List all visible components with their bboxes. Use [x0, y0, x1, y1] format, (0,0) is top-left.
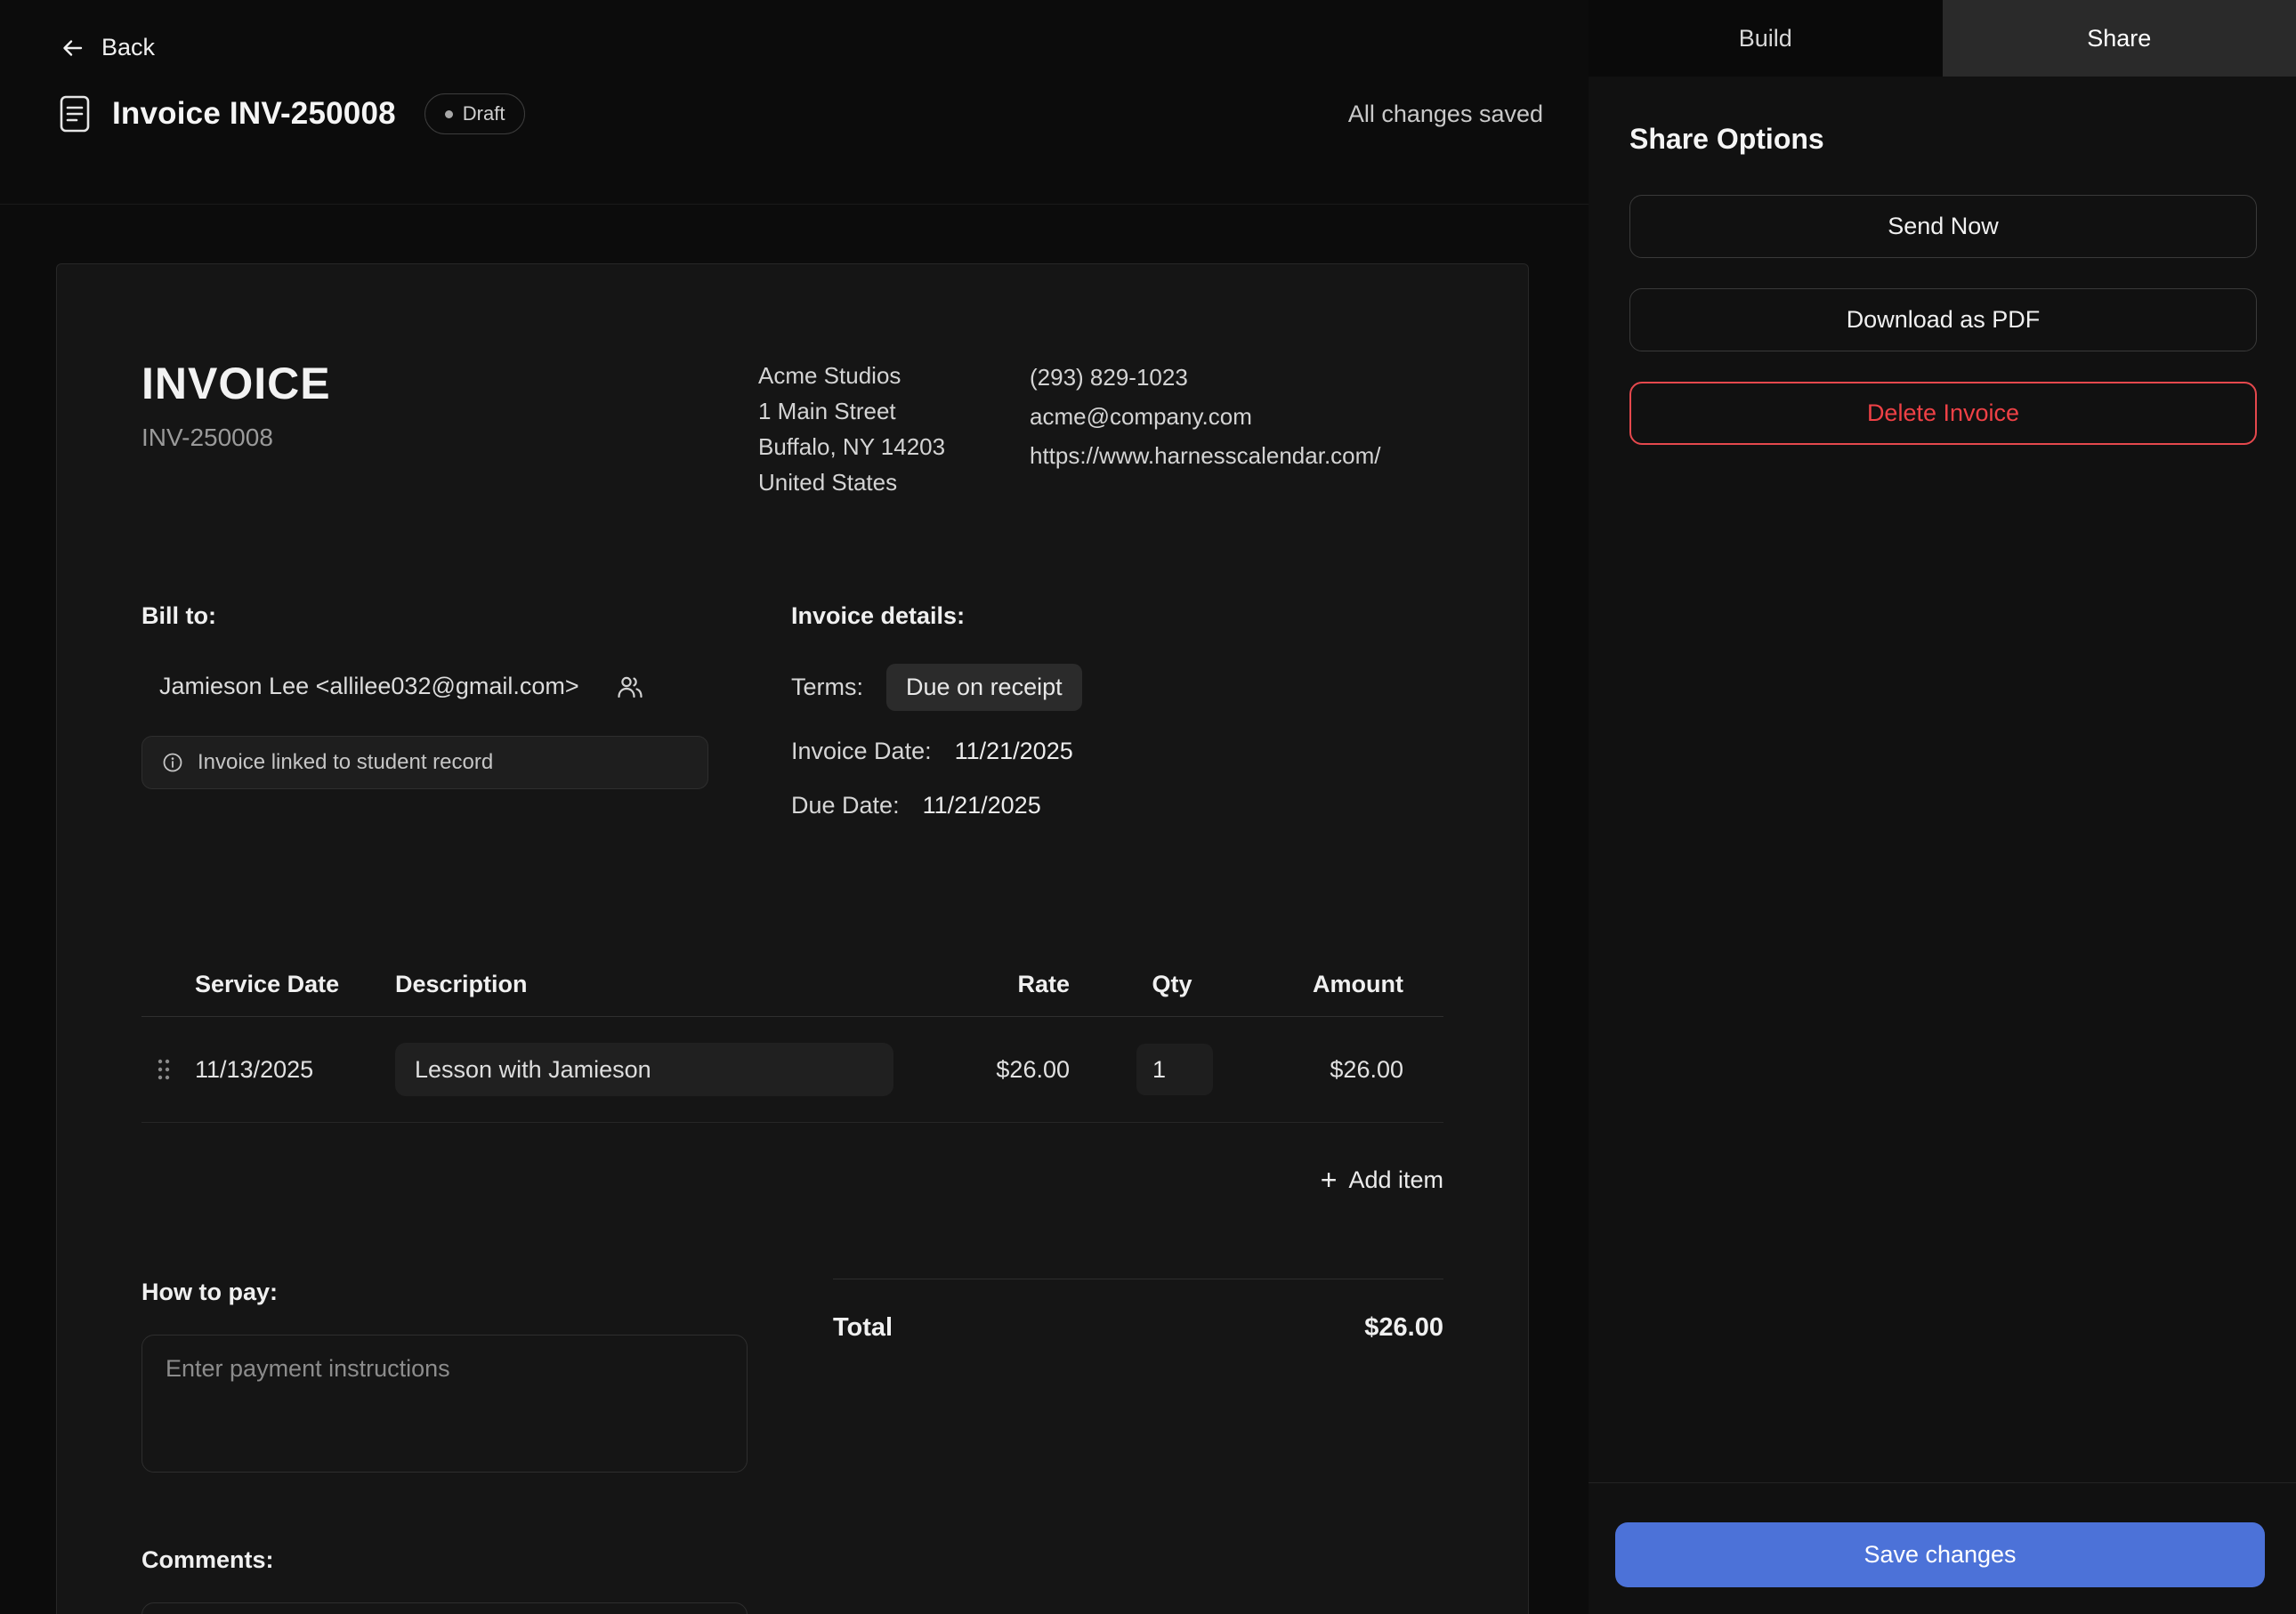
main-header: Back Invoice INV-250008 Draft All change…	[0, 0, 1589, 205]
total-label: Total	[833, 1313, 893, 1343]
company-address-line1: 1 Main Street	[758, 393, 1030, 429]
invoice-meta-section: Bill to: Jamieson Lee <allilee032@gmail.…	[141, 602, 1443, 819]
company-email: acme@company.com	[1030, 397, 1443, 436]
total-row: Total $26.00	[833, 1279, 1443, 1343]
delete-invoice-button[interactable]: Delete Invoice	[1629, 382, 2257, 445]
cell-qty	[1119, 1044, 1225, 1095]
company-website: https://www.harnesscalendar.com/	[1030, 436, 1443, 475]
add-item-button[interactable]: + Add item	[1321, 1166, 1443, 1194]
comments-input[interactable]	[141, 1602, 748, 1614]
recipient-text: Jamieson Lee <allilee032@gmail.com>	[159, 673, 579, 700]
linked-student-note-text: Invoice linked to student record	[198, 750, 493, 775]
status-badge: Draft	[424, 93, 526, 134]
cell-amount: $26.00	[1234, 1056, 1443, 1084]
status-badge-label: Draft	[463, 102, 505, 125]
page-title: Invoice INV-250008	[112, 96, 396, 132]
plus-icon: +	[1321, 1166, 1338, 1194]
share-options-heading: Share Options	[1629, 123, 2257, 156]
cell-service-date[interactable]: 11/13/2025	[195, 1056, 386, 1084]
bill-to-label: Bill to:	[141, 602, 791, 630]
invoice-card: INVOICE INV-250008 Acme Studios 1 Main S…	[56, 263, 1529, 1614]
tab-build[interactable]: Build	[1589, 0, 1943, 77]
table-row: 11/13/2025 $26.00 $26.00	[141, 1017, 1443, 1123]
info-icon	[162, 752, 183, 773]
header-amount: Amount	[1234, 971, 1443, 998]
add-item-label: Add item	[1348, 1166, 1443, 1194]
due-date-label: Due Date:	[791, 792, 900, 819]
share-sidebar: Build Share Share Options Send Now Downl…	[1589, 0, 2296, 1614]
save-area: Save changes	[1589, 1482, 2296, 1614]
invoice-doc-title: INVOICE	[141, 358, 758, 409]
bill-to-section: Bill to: Jamieson Lee <allilee032@gmail.…	[141, 602, 791, 819]
invoice-details-section: Invoice details: Terms: Due on receipt I…	[791, 602, 1443, 819]
back-label: Back	[101, 34, 155, 61]
status-dot-icon	[445, 110, 453, 118]
terms-row: Terms: Due on receipt	[791, 664, 1443, 711]
due-date-value[interactable]: 11/21/2025	[923, 792, 1041, 819]
comments-label: Comments:	[141, 1546, 756, 1574]
invoice-top-section: INVOICE INV-250008 Acme Studios 1 Main S…	[141, 358, 1443, 500]
qty-input[interactable]	[1136, 1044, 1213, 1095]
share-options-panel: Share Options Send Now Download as PDF D…	[1589, 77, 2296, 1482]
autosave-status: All changes saved	[1348, 101, 1543, 128]
table-header-row: Service Date Description Rate Qty Amount	[141, 953, 1443, 1017]
due-date-row: Due Date: 11/21/2025	[791, 792, 1443, 819]
invoice-details-label: Invoice details:	[791, 602, 1443, 630]
company-phone: (293) 829-1023	[1030, 358, 1443, 397]
tab-share[interactable]: Share	[1943, 0, 2296, 77]
invoice-date-label: Invoice Date:	[791, 738, 932, 765]
document-icon	[59, 94, 91, 133]
company-contact-block: (293) 829-1023 acme@company.com https://…	[1030, 358, 1443, 500]
cell-description	[395, 1043, 950, 1096]
back-arrow-icon	[59, 35, 85, 61]
total-value: $26.00	[1364, 1313, 1443, 1343]
company-address-line2: Buffalo, NY 14203	[758, 429, 1030, 464]
header-rate: Rate	[958, 971, 1110, 998]
terms-label: Terms:	[791, 674, 863, 701]
company-address-block: Acme Studios 1 Main Street Buffalo, NY 1…	[758, 358, 1030, 500]
payment-instructions-input[interactable]	[141, 1335, 748, 1473]
description-input[interactable]	[395, 1043, 893, 1096]
recipient-row: Jamieson Lee <allilee032@gmail.com>	[159, 673, 791, 700]
invoice-brand: INVOICE INV-250008	[141, 358, 758, 500]
line-items-table: Service Date Description Rate Qty Amount…	[141, 953, 1443, 1194]
cell-rate: $26.00	[958, 1056, 1110, 1084]
company-name: Acme Studios	[758, 358, 1030, 393]
sidebar-tabs: Build Share	[1589, 0, 2296, 77]
back-button[interactable]: Back	[59, 34, 155, 61]
invoice-bottom-section: How to pay: Comments: Total $26.00	[141, 1279, 1443, 1614]
drag-handle-icon[interactable]	[141, 1057, 186, 1082]
download-pdf-button[interactable]: Download as PDF	[1629, 288, 2257, 351]
invoice-doc-number: INV-250008	[141, 424, 758, 452]
add-item-row: + Add item	[141, 1166, 1443, 1194]
invoice-editor-main: Back Invoice INV-250008 Draft All change…	[0, 0, 1589, 1614]
send-now-button[interactable]: Send Now	[1629, 195, 2257, 258]
header-description: Description	[395, 971, 950, 998]
header-qty: Qty	[1119, 971, 1225, 998]
title-row: Invoice INV-250008 Draft All changes sav…	[59, 93, 1543, 134]
linked-student-note: Invoice linked to student record	[141, 736, 708, 789]
payment-comments-column: How to pay: Comments:	[141, 1279, 756, 1614]
contacts-icon[interactable]	[617, 674, 643, 699]
invoice-date-value[interactable]: 11/21/2025	[955, 738, 1073, 765]
header-service-date: Service Date	[195, 971, 386, 998]
save-changes-button[interactable]: Save changes	[1615, 1522, 2265, 1587]
company-address-line3: United States	[758, 464, 1030, 500]
how-to-pay-label: How to pay:	[141, 1279, 756, 1306]
invoice-date-row: Invoice Date: 11/21/2025	[791, 738, 1443, 765]
terms-select[interactable]: Due on receipt	[886, 664, 1082, 711]
